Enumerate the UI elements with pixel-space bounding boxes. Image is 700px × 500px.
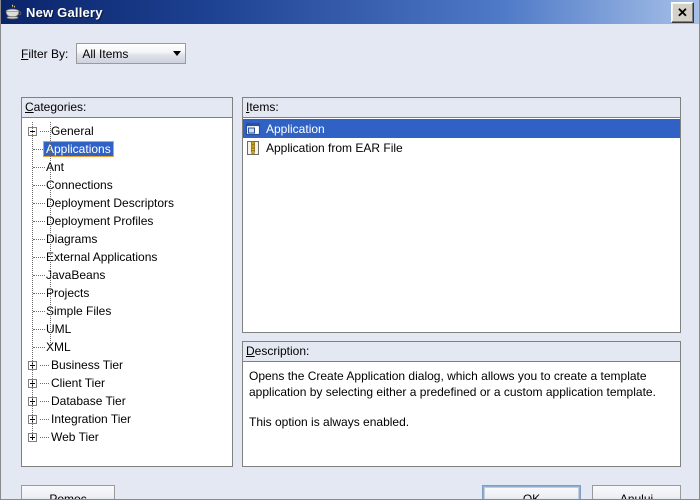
tree-node-applications[interactable]: Applications (22, 140, 232, 158)
tree-node-label: Connections (46, 178, 113, 192)
tree-connector (50, 122, 52, 347)
title-bar: New Gallery ✕ (1, 0, 699, 24)
tree-connector (40, 436, 49, 438)
list-item-label: Application from EAR File (266, 140, 403, 155)
new-gallery-dialog: New Gallery ✕ Filter By: All Items Categ… (0, 0, 700, 500)
tree-connector (33, 311, 45, 313)
tree-node-label: Deployment Descriptors (46, 196, 175, 210)
description-text: Opens the Create Application dialog, whi… (242, 361, 681, 467)
tree-node-simple-files[interactable]: Simple Files (22, 302, 232, 320)
tree-connector (33, 347, 45, 349)
tree-node-xml[interactable]: XML (22, 338, 232, 356)
items-listbox[interactable]: Application Application from EAR File (242, 117, 681, 333)
tree-node-label: Projects (46, 286, 90, 300)
items-panel: Items: Application Application from EAR F… (242, 97, 681, 335)
categories-caption: Categories: (21, 97, 233, 117)
items-caption-rest: tems: (249, 100, 279, 114)
window-title: New Gallery (26, 4, 103, 20)
tree-connector (33, 203, 45, 205)
tree-node-external-applications[interactable]: External Applications (22, 248, 232, 266)
tree-node-label: External Applications (46, 250, 158, 264)
tree-connector (40, 418, 49, 420)
tree-node-diagrams[interactable]: Diagrams (22, 230, 232, 248)
tree-node-label: Web Tier (51, 430, 99, 444)
list-item[interactable]: Application from EAR File (243, 138, 680, 157)
help-button-label: Pomoc (49, 491, 87, 500)
categories-tree[interactable]: General Applications Ant Connections Deploym… (21, 117, 233, 467)
description-caption: Description: (242, 341, 681, 361)
filter-by-label-rest: ilter By: (28, 46, 69, 61)
tree-node-label: Diagrams (46, 232, 98, 246)
tree-node-label: Deployment Profiles (46, 214, 154, 228)
filter-by-value: All Items (82, 46, 129, 61)
description-paragraph: This option is always enabled. (249, 415, 410, 429)
cancel-button-label: Anuluj (619, 491, 654, 500)
tree-connector (40, 382, 49, 384)
tree-connector (33, 275, 45, 277)
chevron-down-icon (173, 51, 182, 56)
tree-node-label: Database Tier (51, 394, 126, 408)
tree-connector (33, 239, 45, 241)
close-icon[interactable]: ✕ (671, 1, 694, 23)
application-window-icon (245, 121, 261, 137)
ok-button-inner: OK (484, 487, 579, 500)
tree-node-label: JavaBeans (46, 268, 106, 282)
categories-caption-rest: ategories: (33, 100, 87, 114)
tree-connector (33, 329, 45, 331)
tree-node-web-tier[interactable]: Web Tier (22, 428, 232, 446)
tree-node-label: Integration Tier (51, 412, 132, 426)
tree-node-uml[interactable]: UML (22, 320, 232, 338)
categories-caption-mnemonic: C (25, 100, 34, 114)
ok-button-label: OK (522, 491, 541, 500)
items-caption: Items: (242, 97, 681, 117)
tree-connector (33, 221, 45, 223)
java-coffee-cup-icon (5, 4, 22, 20)
tree-connector (40, 364, 49, 366)
tree-connector (32, 122, 34, 437)
ok-button[interactable]: OK (482, 485, 581, 500)
tree-node-label: Client Tier (51, 376, 106, 390)
filter-by-row: Filter By: All Items (21, 43, 187, 64)
filter-by-label: Filter By: (21, 47, 68, 61)
tree-connector (33, 257, 45, 259)
tree-node-database-tier[interactable]: Database Tier (22, 392, 232, 410)
help-button[interactable]: Pomoc (21, 485, 115, 500)
description-caption-rest: escription: (254, 344, 310, 358)
description-panel: Description: Opens the Create Applicatio… (242, 341, 681, 469)
tree-connector (33, 167, 45, 169)
tree-node-label: General (51, 124, 94, 138)
tree-connector (33, 293, 45, 295)
cancel-button[interactable]: Anuluj (592, 485, 681, 500)
dialog-client-area: Filter By: All Items Categories: General… (1, 24, 699, 500)
tree-node-deployment-profiles[interactable]: Deployment Profiles (22, 212, 232, 230)
tree-node-ant[interactable]: Ant (22, 158, 232, 176)
tree-connector (40, 130, 49, 132)
tree-node-label: Business Tier (51, 358, 124, 372)
tree-connector (33, 149, 45, 151)
tree-node-label: Simple Files (46, 304, 112, 318)
tree-node-connections[interactable]: Connections (22, 176, 232, 194)
tree-node-projects[interactable]: Projects (22, 284, 232, 302)
description-caption-mnemonic: D (246, 344, 255, 358)
tree-node-label: Ant (46, 160, 65, 174)
tree-node-label: Applications (43, 141, 114, 157)
tree-node-javabeans[interactable]: JavaBeans (22, 266, 232, 284)
ear-archive-icon (245, 140, 261, 156)
tree-node-business-tier[interactable]: Business Tier (22, 356, 232, 374)
tree-node-deployment-descriptors[interactable]: Deployment Descriptors (22, 194, 232, 212)
categories-panel: Categories: General Applications Ant Connec… (21, 97, 233, 469)
description-paragraph: Opens the Create Application dialog, whi… (249, 369, 656, 399)
tree-node-general[interactable]: General (22, 122, 232, 140)
list-item-label: Application (266, 121, 325, 136)
tree-connector (40, 400, 49, 402)
list-item[interactable]: Application (243, 119, 680, 138)
tree-node-integration-tier[interactable]: Integration Tier (22, 410, 232, 428)
tree-node-client-tier[interactable]: Client Tier (22, 374, 232, 392)
tree-connector (33, 185, 45, 187)
filter-by-dropdown[interactable]: All Items (76, 43, 187, 64)
